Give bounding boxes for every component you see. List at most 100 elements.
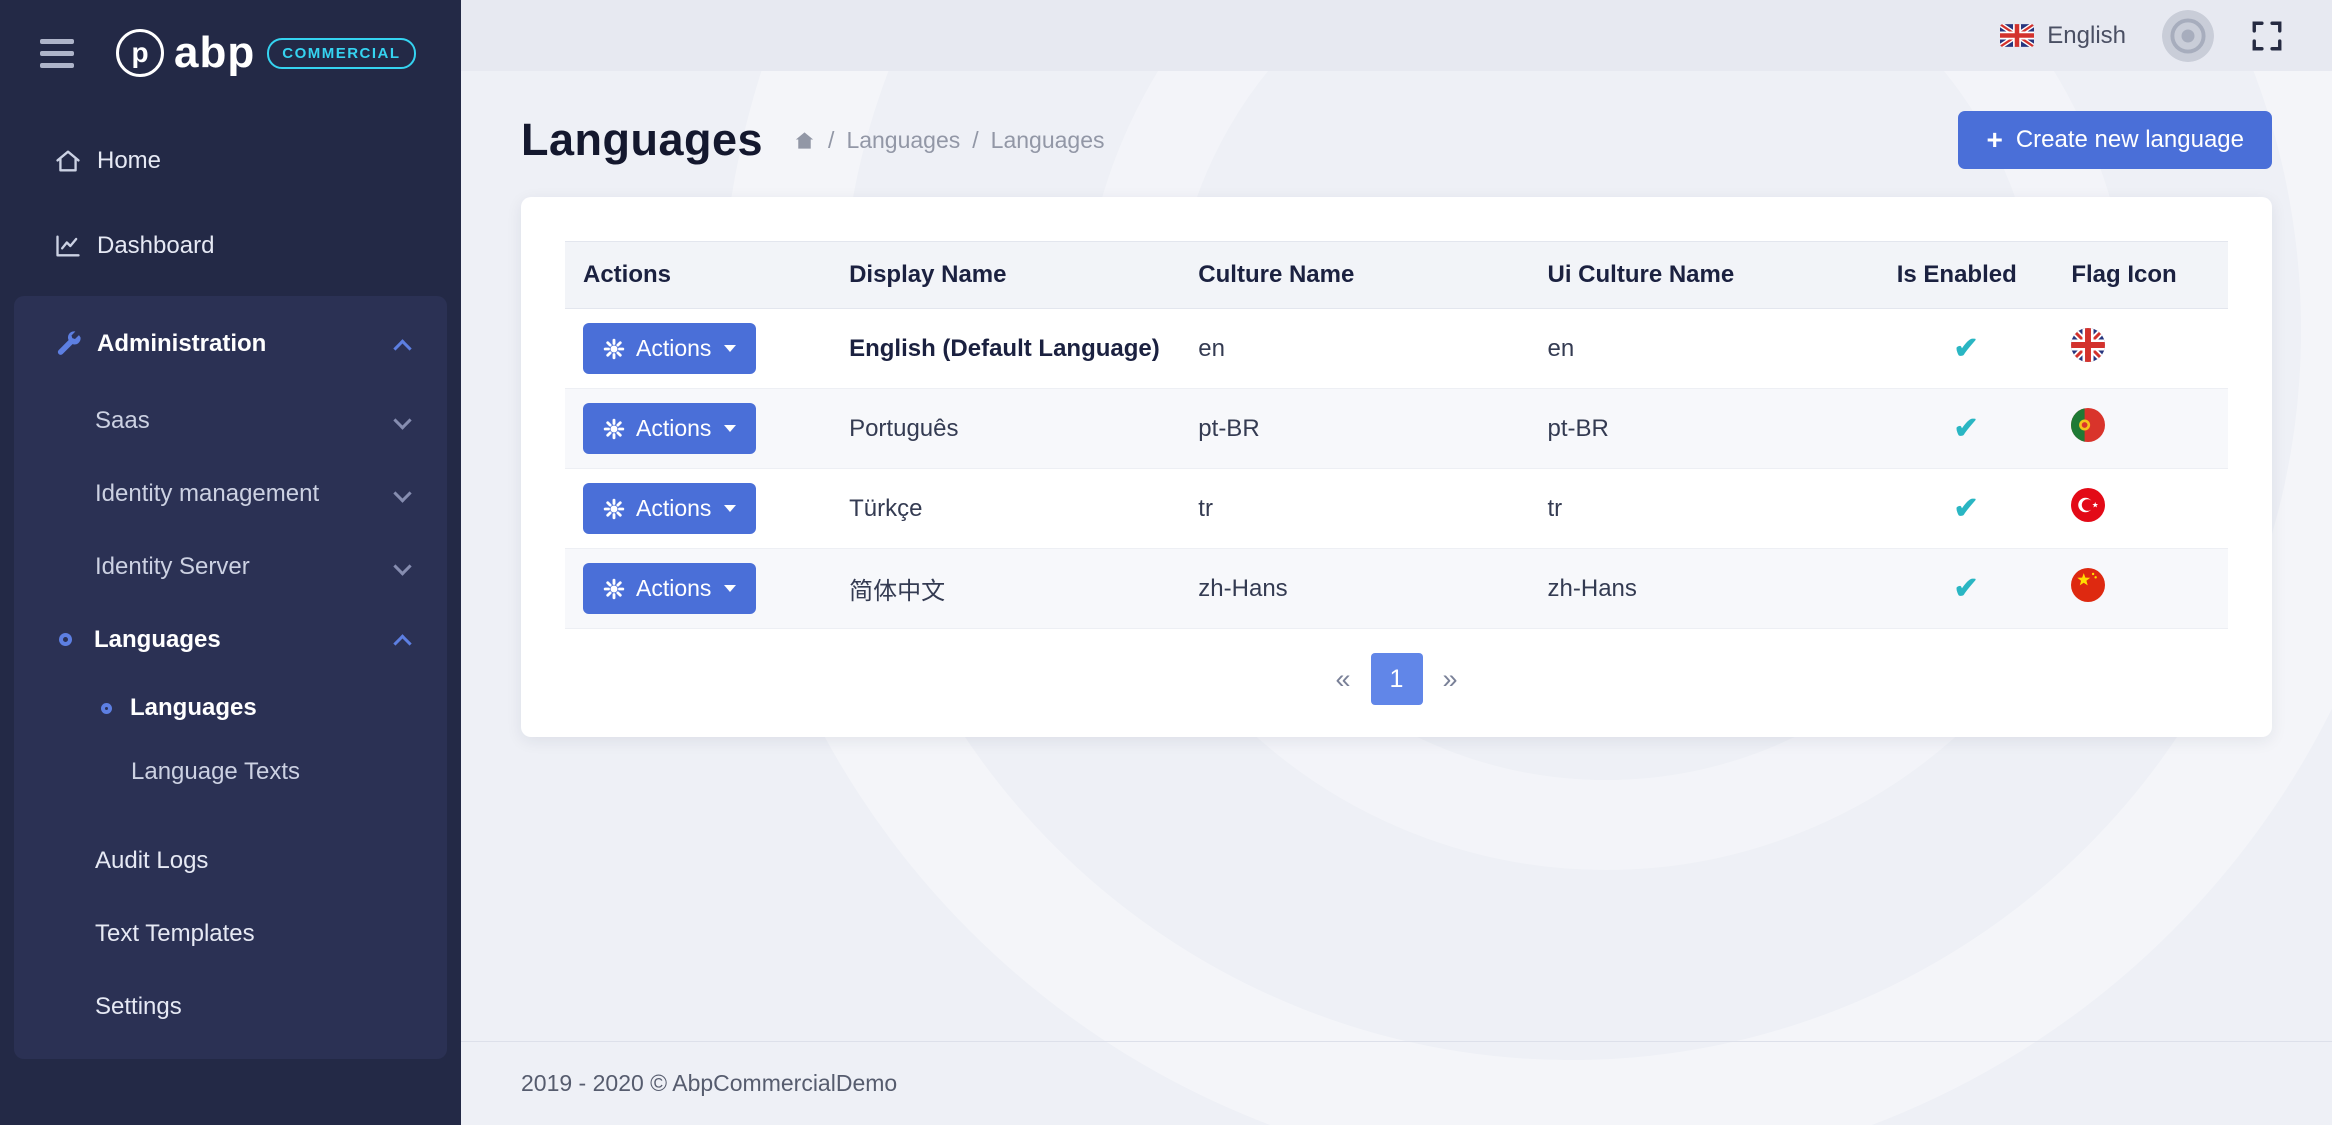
chevron-down-icon — [393, 411, 411, 429]
table-header-row: Actions Display Name Culture Name Ui Cul… — [565, 242, 2228, 309]
ui-culture-name-cell: tr — [1530, 469, 1879, 549]
check-icon: ✔ — [1953, 332, 1978, 365]
column-header-flag-icon: Flag Icon — [2053, 242, 2228, 309]
row-actions-button[interactable]: Actions — [583, 563, 756, 614]
row-actions-label: Actions — [636, 415, 711, 442]
page-content: Languages / Languages / Languages + Crea… — [461, 71, 2332, 1041]
sidebar-item-label: Languages — [130, 694, 409, 722]
ui-culture-name-cell: en — [1530, 309, 1879, 389]
breadcrumb-item-languages-2[interactable]: Languages — [991, 127, 1105, 154]
sidebar-item-identity-management[interactable]: Identity management — [14, 457, 447, 530]
sidebar-item-saas[interactable]: Saas — [14, 384, 447, 457]
row-actions-label: Actions — [636, 575, 711, 602]
culture-name-cell: tr — [1180, 469, 1529, 549]
breadcrumb-separator: / — [972, 127, 978, 154]
fullscreen-icon[interactable] — [2250, 19, 2284, 53]
page-header: Languages / Languages / Languages + Crea… — [521, 111, 2272, 169]
sidebar-item-identity-server[interactable]: Identity Server — [14, 530, 447, 603]
sidebar-item-label: Administration — [97, 330, 384, 358]
row-actions-button[interactable]: Actions — [583, 483, 756, 534]
sidebar-item-label: Languages — [94, 626, 384, 654]
breadcrumb-home-icon[interactable] — [793, 129, 816, 152]
culture-name-cell: zh-Hans — [1180, 549, 1529, 629]
administration-group: Administration Saas Identity management … — [14, 296, 447, 1059]
sidebar-item-language-texts[interactable]: Language Texts — [14, 740, 447, 804]
page-title: Languages — [521, 114, 763, 166]
app-logo[interactable]: p abp COMMERCIAL — [116, 28, 416, 78]
pagination-prev[interactable]: « — [1325, 664, 1360, 695]
chevron-up-icon — [393, 634, 411, 652]
breadcrumb-item-languages[interactable]: Languages — [846, 127, 960, 154]
wrench-icon — [54, 330, 82, 358]
sidebar-item-languages[interactable]: Languages — [14, 603, 447, 676]
gear-icon — [603, 498, 625, 520]
sidebar-item-label: Dashboard — [97, 232, 423, 260]
check-icon: ✔ — [1953, 572, 1978, 605]
column-header-culture-name: Culture Name — [1180, 242, 1529, 309]
sidebar-item-label: Settings — [95, 993, 409, 1021]
copyright-text: 2019 - 2020 © AbpCommercialDemo — [521, 1070, 897, 1097]
dashboard-chart-icon — [54, 232, 82, 260]
table-row: Actions Türkçe tr tr ✔ — [565, 469, 2228, 549]
caret-down-icon — [724, 425, 736, 432]
table-row: Actions English (Default Language) en en… — [565, 309, 2228, 389]
language-selector[interactable]: English — [2000, 22, 2126, 50]
sidebar-item-dashboard[interactable]: Dashboard — [0, 203, 461, 288]
column-header-actions: Actions — [565, 242, 831, 309]
row-actions-button[interactable]: Actions — [583, 323, 756, 374]
ui-culture-name-cell: zh-Hans — [1530, 549, 1879, 629]
ui-culture-name-cell: pt-BR — [1530, 389, 1879, 469]
breadcrumb-separator: / — [828, 127, 834, 154]
flag-portugal-icon — [2071, 408, 2105, 442]
chevron-down-icon — [393, 557, 411, 575]
menu-toggle-button[interactable] — [40, 39, 74, 68]
sidebar-item-administration[interactable]: Administration — [14, 304, 447, 384]
culture-name-cell: en — [1180, 309, 1529, 389]
chevron-up-icon — [393, 339, 411, 357]
sidebar-item-home[interactable]: Home — [0, 118, 461, 203]
display-name-cell: 简体中文 — [831, 549, 1180, 629]
flag-turkey-icon — [2071, 488, 2105, 522]
culture-name-cell: pt-BR — [1180, 389, 1529, 469]
sidebar-item-label: Language Texts — [131, 758, 409, 786]
create-new-language-button[interactable]: + Create new language — [1958, 111, 2272, 169]
uk-flag-icon — [2000, 24, 2034, 47]
main-area: English Languages / Languages / — [461, 0, 2332, 1125]
sidebar-item-label: Identity Server — [95, 553, 384, 581]
dot-ring-icon — [59, 633, 72, 646]
table-row: Actions 简体中文 zh-Hans zh-Hans ✔ — [565, 549, 2228, 629]
pagination-page-1[interactable]: 1 — [1371, 653, 1423, 705]
chevron-down-icon — [393, 484, 411, 502]
user-avatar[interactable] — [2162, 10, 2214, 62]
sidebar-item-text-templates[interactable]: Text Templates — [14, 897, 447, 970]
caret-down-icon — [724, 345, 736, 352]
row-actions-button[interactable]: Actions — [583, 403, 756, 454]
sidebar-brand-row: p abp COMMERCIAL — [0, 0, 461, 106]
spacer — [14, 804, 447, 824]
languages-table-card: Actions Display Name Culture Name Ui Cul… — [521, 197, 2272, 737]
check-icon: ✔ — [1953, 412, 1978, 445]
home-icon — [54, 147, 82, 175]
flag-united-kingdom-icon — [2071, 328, 2105, 362]
caret-down-icon — [724, 505, 736, 512]
column-header-ui-culture-name: Ui Culture Name — [1530, 242, 1879, 309]
sidebar-item-audit-logs[interactable]: Audit Logs — [14, 824, 447, 897]
create-new-language-label: Create new language — [2016, 126, 2244, 154]
footer: 2019 - 2020 © AbpCommercialDemo — [461, 1041, 2332, 1125]
sidebar-nav: Home Dashboard Administration Saas Ident… — [0, 106, 461, 1059]
gear-icon — [603, 418, 625, 440]
sidebar-item-languages-languages[interactable]: Languages — [14, 676, 447, 740]
sidebar-item-settings[interactable]: Settings — [14, 970, 447, 1043]
pagination-next[interactable]: » — [1433, 664, 1468, 695]
sidebar: p abp COMMERCIAL Home Dashboard Administ… — [0, 0, 461, 1125]
dot-ring-icon — [101, 703, 112, 714]
display-name-cell: Português — [831, 389, 1180, 469]
breadcrumb: / Languages / Languages — [793, 127, 1104, 154]
row-actions-label: Actions — [636, 495, 711, 522]
sidebar-item-label: Home — [97, 147, 423, 175]
row-actions-label: Actions — [636, 335, 711, 362]
caret-down-icon — [724, 585, 736, 592]
gear-icon — [603, 338, 625, 360]
pagination: « 1 » — [565, 629, 2228, 709]
column-header-is-enabled: Is Enabled — [1879, 242, 2054, 309]
